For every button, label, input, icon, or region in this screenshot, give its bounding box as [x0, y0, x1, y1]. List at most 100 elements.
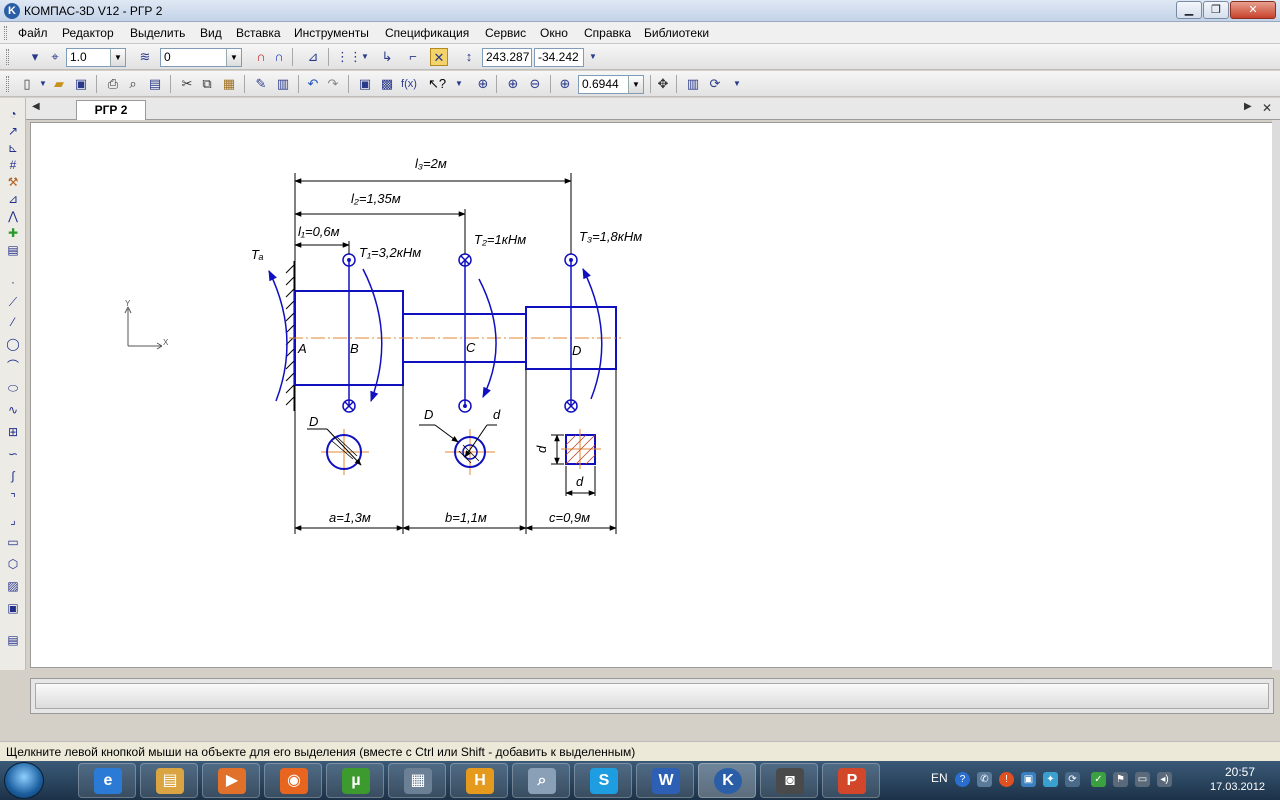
chevron-down-icon[interactable]: ▼: [226, 49, 241, 66]
hatch-icon[interactable]: ▨: [4, 578, 22, 594]
taskbar-calculator[interactable]: ▦: [388, 763, 446, 798]
collection-icon[interactable]: ▤: [4, 632, 22, 648]
zoom-icon[interactable]: ⊕: [556, 75, 574, 93]
library-icon[interactable]: ▥: [274, 75, 292, 93]
spec-icon[interactable]: ✚: [4, 225, 22, 241]
rectangle-icon[interactable]: ▭: [4, 534, 22, 550]
clock-date[interactable]: 17.03.2012: [1200, 781, 1275, 793]
menu-file[interactable]: Файл: [18, 26, 48, 40]
taskbar-powerpoint[interactable]: P: [822, 763, 880, 798]
refresh-icon[interactable]: ⟳: [706, 75, 724, 93]
zoom-in-icon[interactable]: ⊕: [474, 75, 492, 93]
taskbar-skype[interactable]: S: [574, 763, 632, 798]
nurbs-icon[interactable]: ∫: [4, 468, 22, 484]
taskbar-camera[interactable]: ◙: [760, 763, 818, 798]
ortho-icon[interactable]: ⊿: [304, 48, 322, 66]
taskbar-word[interactable]: W: [636, 763, 694, 798]
paste-icon[interactable]: ▦: [220, 75, 238, 93]
tab-close-icon[interactable]: ✕: [1262, 101, 1272, 115]
taskbar-h-app[interactable]: H: [450, 763, 508, 798]
formula-icon[interactable]: f(x): [400, 75, 418, 93]
update-tray-icon[interactable]: ⟳: [1065, 772, 1080, 787]
menu-tools[interactable]: Инструменты: [294, 26, 369, 40]
manager-icon[interactable]: ▣: [356, 75, 374, 93]
alert-tray-icon[interactable]: !: [999, 772, 1014, 787]
spline-icon[interactable]: ∿: [4, 402, 22, 418]
properties-icon[interactable]: ▤: [146, 75, 164, 93]
edit-icon[interactable]: #: [4, 157, 22, 173]
menu-window[interactable]: Окно: [540, 26, 568, 40]
vertical-scrollbar[interactable]: [1272, 120, 1280, 670]
layer-combo[interactable]: 0 ▼: [160, 48, 242, 67]
language-indicator[interactable]: EN: [931, 771, 948, 785]
pan-icon[interactable]: ✥: [654, 75, 672, 93]
taskbar-firefox[interactable]: ◉: [264, 763, 322, 798]
copy-icon[interactable]: ⧉: [198, 75, 216, 93]
security-tray-icon[interactable]: ✓: [1091, 772, 1106, 787]
zoom-window-icon[interactable]: ⊕: [504, 75, 522, 93]
toolbar-grip[interactable]: [6, 49, 9, 65]
point-icon[interactable]: ·: [4, 274, 22, 290]
taskbar-internet-explorer[interactable]: e: [78, 763, 136, 798]
view-icon[interactable]: ▥: [684, 75, 702, 93]
taskbar-kompas[interactable]: K: [698, 763, 756, 798]
monitor-tray-icon[interactable]: ▭: [1135, 772, 1150, 787]
zoom-scale-icon[interactable]: ⊖: [526, 75, 544, 93]
circle-icon[interactable]: ◯: [4, 336, 22, 352]
taskbar-image-viewer[interactable]: ⌕: [512, 763, 570, 798]
local-cs-icon[interactable]: ↳: [378, 48, 396, 66]
redo-icon[interactable]: ↷: [324, 75, 342, 93]
step-icon[interactable]: ⌖: [46, 48, 64, 66]
toolbar-grip[interactable]: [6, 76, 9, 92]
chevron-down-icon[interactable]: ▼: [356, 48, 374, 66]
menu-service[interactable]: Сервис: [485, 26, 526, 40]
step-combo[interactable]: 1.0 ▼: [66, 48, 126, 67]
auxiliary-line-icon[interactable]: ⟋: [4, 294, 22, 310]
polygon-icon[interactable]: ⬡: [4, 556, 22, 572]
tab-rgr2[interactable]: РГР 2: [76, 100, 146, 120]
print-preview-icon[interactable]: ⌕: [124, 75, 142, 93]
ellipse-icon[interactable]: ⬭: [4, 380, 22, 396]
fillet-icon[interactable]: ⌟: [4, 512, 22, 528]
save-icon[interactable]: ▣: [72, 75, 90, 93]
phone-tray-icon[interactable]: ✆: [977, 772, 992, 787]
chevron-down-icon[interactable]: ▼: [628, 76, 643, 93]
menu-insert[interactable]: Вставка: [236, 26, 281, 40]
local-snap-icon[interactable]: ∩: [270, 48, 288, 66]
shaft-drawing[interactable]: Y X l₃=2м l₂=1,35м l₁=0,6м Tₐ T₁=3,2кНм …: [31, 123, 1273, 667]
menu-editor[interactable]: Редактор: [62, 26, 114, 40]
volume-tray-icon[interactable]: ◂): [1157, 772, 1172, 787]
grid-icon[interactable]: ⋮⋮: [336, 48, 362, 66]
menu-help[interactable]: Справка: [584, 26, 631, 40]
cut-icon[interactable]: ✂: [178, 75, 196, 93]
menu-specification[interactable]: Спецификация: [385, 26, 469, 40]
chevron-down-icon[interactable]: ▼: [110, 49, 125, 66]
ortho-mode-icon[interactable]: ⌐: [404, 48, 422, 66]
network-tray-icon[interactable]: ▣: [1021, 772, 1036, 787]
taskbar-media-player[interactable]: ▶: [202, 763, 260, 798]
layer-icon[interactable]: ≋: [136, 48, 154, 66]
coordinates-icon[interactable]: ↕: [460, 48, 478, 66]
bluetooth-tray-icon[interactable]: ✦: [1043, 772, 1058, 787]
start-button[interactable]: [4, 762, 44, 799]
select-icon[interactable]: ⋀: [4, 208, 22, 224]
contour-icon[interactable]: ▣: [4, 600, 22, 616]
taskbar-file-explorer[interactable]: ▤: [140, 763, 198, 798]
chevron-down-icon[interactable]: ▼: [450, 75, 468, 93]
dimensions-icon[interactable]: ↗: [4, 123, 22, 139]
maximize-button[interactable]: ❐: [1203, 1, 1229, 19]
geometry-icon[interactable]: ◔: [4, 106, 22, 122]
close-button[interactable]: ✕: [1230, 1, 1276, 19]
cursor-snap-icon[interactable]: ✕: [430, 48, 448, 66]
format-brush-icon[interactable]: ✎: [252, 75, 270, 93]
open-icon[interactable]: ▰: [50, 75, 68, 93]
menu-select[interactable]: Выделить: [130, 26, 185, 40]
help-tray-icon[interactable]: ?: [955, 772, 970, 787]
chamfer-icon[interactable]: ⌝: [4, 490, 22, 506]
menu-libraries[interactable]: Библиотеки: [644, 26, 709, 40]
chevron-down-icon[interactable]: ▼: [584, 48, 602, 66]
zoom-combo[interactable]: 0.6944 ▼: [578, 75, 644, 94]
menu-grip[interactable]: [4, 26, 7, 40]
parametrization-icon[interactable]: ⚒: [4, 174, 22, 190]
arc-icon[interactable]: ⌒: [4, 358, 22, 374]
